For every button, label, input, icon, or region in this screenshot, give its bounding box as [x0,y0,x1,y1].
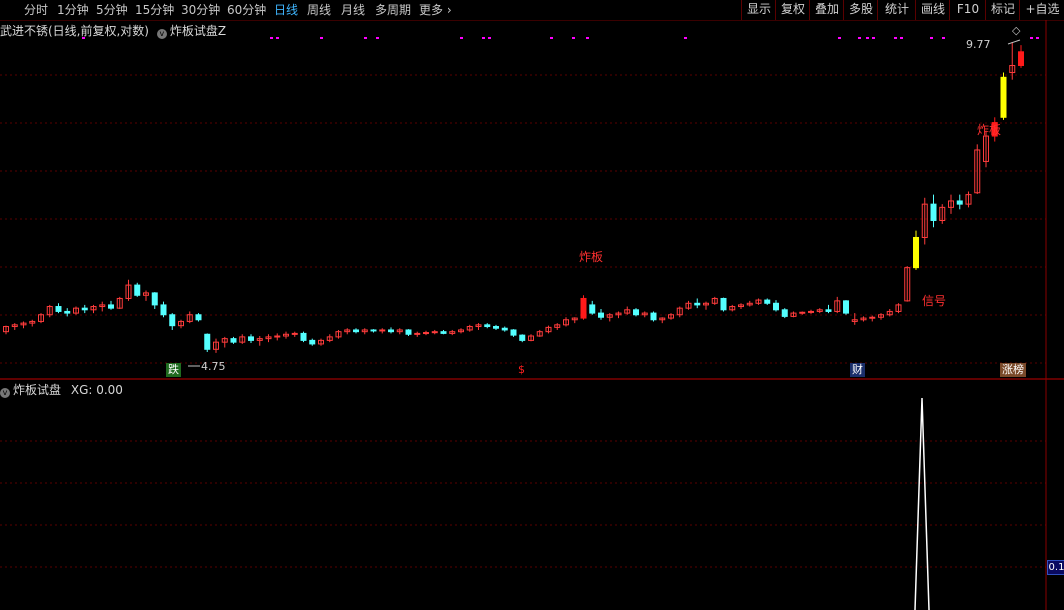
zhangbang-marker[interactable]: 涨榜 [1000,363,1026,377]
candle-body [379,329,386,332]
candle-body [204,333,211,350]
grid-lines [0,74,1046,568]
candle-body [64,310,71,314]
candle-body [510,329,517,336]
axis-value-tag: 0.1 [1047,560,1064,575]
candle-body [291,332,298,335]
high-pointer [1007,39,1021,45]
zhaban-annotation-2: 炸板 [977,123,1002,137]
marker-dot [586,37,589,39]
candle-body [764,299,771,304]
candle-body [519,334,526,341]
low-price-label: 4.75 [201,360,226,373]
candle-body [913,236,919,269]
candle-body [781,309,788,317]
candle-body [431,331,438,334]
sub-indicator-name[interactable]: 炸板试盘 [13,383,61,397]
marker-dot [838,37,841,39]
candle-body [650,312,657,321]
marker-dot [872,37,875,39]
marker-dot [894,37,897,39]
candle-body [869,316,876,319]
candle-body [309,339,316,345]
candle-body [388,329,394,333]
candle-body [274,335,281,338]
candle-body [248,336,254,341]
marker-dot [276,37,279,39]
marker-dot [684,37,687,39]
candle-body [493,326,499,329]
chart-canvas [0,20,1064,610]
candle-body [694,302,701,306]
marker-dot [550,37,553,39]
candle-body [484,324,491,328]
candlestick-series [3,39,1024,367]
marker-dot [376,37,379,39]
xg-indicator-plot [914,397,930,610]
marker-dot [460,37,463,39]
candle-body [300,332,307,341]
xg-value: XG: 0.00 [70,383,123,397]
xg-spike [914,397,930,610]
candle-body [423,332,429,335]
marker-dot [270,37,273,39]
main-chart-header: 武进不锈(日线,前复权,对数) v 炸板试盘Z [0,22,226,39]
marker-dot [364,37,367,39]
candle-body [501,327,508,331]
sub-chart-header: v 炸板试盘 XG: 0.00 [0,381,123,398]
candle-body [370,329,377,332]
stock-title: 武进不锈(日线,前复权,对数) [0,24,149,38]
chevron-down-icon[interactable]: v [156,29,167,39]
candle-body [589,304,596,314]
marker-dot [488,37,491,39]
candle-body [1000,76,1007,118]
marker-dot [572,37,575,39]
candle-body [353,329,359,333]
marker-dot [1030,37,1033,39]
candle-body [808,310,814,313]
candle-body [169,314,176,327]
candle-body [405,329,412,335]
diamond-icon: ◇ [1012,24,1021,37]
candle-body [55,306,62,312]
candle-body [720,297,727,311]
candle-body [440,331,447,334]
signal-annotation: 信号 [922,294,947,308]
candle-body [633,309,639,316]
candle-body [414,332,421,335]
candle-body [843,300,849,314]
candle-body [81,307,88,311]
chevron-down-icon[interactable]: v [0,388,10,398]
marker-dot [866,37,869,39]
marker-dot [930,37,933,39]
candle-body [160,304,167,316]
die-marker[interactable]: 跌 [166,363,181,377]
candle-body [195,314,202,321]
candle-body [151,292,158,306]
indicator-name[interactable]: 炸板试盘Z [170,24,226,38]
candle-body [773,302,779,311]
candle-body [930,203,937,221]
marker-dot [1036,37,1039,39]
candle-body [134,284,141,296]
candle-body [799,311,806,314]
marker-dot [320,37,323,39]
cai-marker[interactable]: 财 [850,363,865,377]
marker-dot [858,37,861,39]
candle-body [598,312,604,318]
marker-dot [482,37,485,39]
high-price-label: 9.77 [966,38,991,51]
candle-body [230,338,237,343]
candle-body [1018,51,1024,67]
candle-body [956,200,963,205]
dollar-marker[interactable]: $ [518,363,525,377]
zhaban-annotation: 炸板 [579,250,604,264]
marker-dot [942,37,945,39]
candle-body [108,304,114,309]
candle-body [580,297,587,319]
candle-body [825,309,832,312]
marker-dot [900,37,903,39]
